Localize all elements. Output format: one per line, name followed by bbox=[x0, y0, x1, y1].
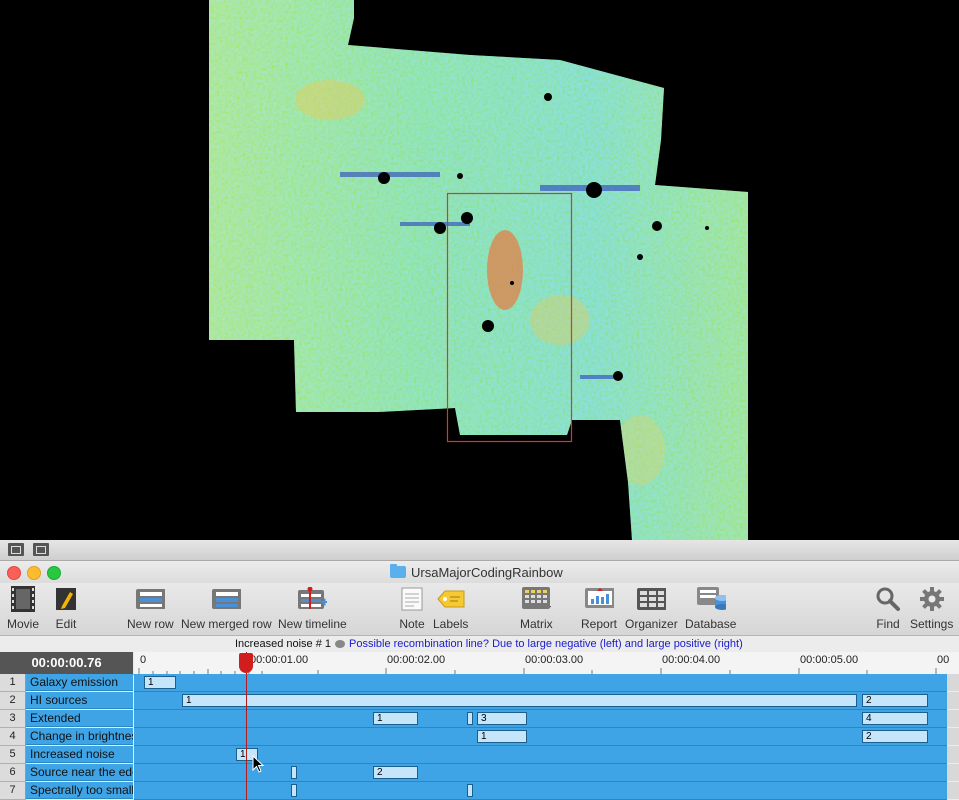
new-row-icon bbox=[135, 585, 166, 613]
row-lane[interactable]: 1 3 4 bbox=[134, 710, 947, 728]
timeline-icon bbox=[297, 585, 328, 613]
event-cell[interactable]: 1 bbox=[477, 730, 527, 743]
tick-label: 00:00:04.00 bbox=[662, 654, 721, 666]
organizer-icon bbox=[636, 585, 667, 613]
event-note[interactable]: Possible recombination line? Due to larg… bbox=[349, 636, 743, 652]
timeline-header: 00:00:00.76 0 00:00:01.00 00:00:02.00 00 bbox=[0, 652, 959, 675]
event-cell[interactable] bbox=[291, 784, 297, 797]
row-lane[interactable]: 1 2 bbox=[134, 728, 947, 746]
row-number: 5 bbox=[0, 746, 26, 764]
event-cell[interactable]: 2 bbox=[862, 694, 928, 707]
event-cell[interactable]: 2 bbox=[862, 730, 928, 743]
time-ruler[interactable]: 0 00:00:01.00 00:00:02.00 00:00:03.00 00… bbox=[134, 652, 959, 674]
event-cell[interactable]: 1 bbox=[144, 676, 176, 689]
pencil-icon bbox=[51, 585, 81, 613]
new-row-button[interactable]: New row bbox=[127, 585, 174, 631]
table-row: 1 Galaxy emission 1 bbox=[0, 674, 959, 692]
tick-label: 00:00:03.00 bbox=[525, 654, 584, 666]
film-icon bbox=[8, 585, 38, 613]
table-row: 4 Change in brightness 1 2 bbox=[0, 728, 959, 746]
event-name: Increased noise # 1 bbox=[235, 638, 332, 650]
row-number: 7 bbox=[0, 782, 26, 800]
expand-icon[interactable] bbox=[33, 543, 49, 556]
settings-button[interactable]: Settings bbox=[910, 585, 953, 631]
gear-icon bbox=[917, 585, 947, 613]
row-name[interactable]: HI sources bbox=[26, 692, 133, 709]
merged-row-icon bbox=[211, 585, 242, 613]
tag-icon bbox=[436, 585, 466, 613]
event-cell[interactable]: 4 bbox=[862, 712, 928, 725]
event-cell[interactable]: 1 bbox=[373, 712, 418, 725]
row-name[interactable]: Increased noise bbox=[26, 746, 133, 763]
database-button[interactable]: Database bbox=[685, 585, 736, 631]
window-title: UrsaMajorCodingRainbow bbox=[411, 564, 563, 580]
title-bar: UrsaMajorCodingRainbow bbox=[0, 561, 959, 583]
row-lane[interactable] bbox=[134, 782, 947, 800]
speech-bubble-icon bbox=[335, 640, 345, 648]
viewer-controls bbox=[0, 540, 959, 561]
tick-label: 00 bbox=[937, 654, 950, 666]
table-row: 7 Spectrally too small bbox=[0, 782, 959, 800]
event-cell[interactable] bbox=[467, 784, 473, 797]
playhead-line bbox=[246, 652, 247, 800]
table-row: 2 HI sources 1 2 bbox=[0, 692, 959, 710]
table-row: 5 Increased noise 1 bbox=[0, 746, 959, 764]
mouse-cursor-icon bbox=[252, 755, 265, 773]
matrix-button[interactable]: Matrix bbox=[520, 585, 553, 631]
new-merged-row-button[interactable]: New merged row bbox=[181, 585, 272, 631]
folder-icon bbox=[390, 564, 406, 578]
row-name[interactable]: Extended bbox=[26, 710, 133, 727]
event-cell[interactable]: 1 bbox=[182, 694, 857, 707]
note-button[interactable]: Note bbox=[397, 585, 427, 631]
report-button[interactable]: Report bbox=[581, 585, 617, 631]
row-number: 1 bbox=[0, 674, 26, 692]
timeline-rows: 1 Galaxy emission 1 2 HI sources 1 2 3 E… bbox=[0, 674, 959, 800]
close-button[interactable] bbox=[7, 566, 21, 580]
report-icon bbox=[584, 585, 615, 613]
event-cell[interactable]: 2 bbox=[373, 766, 418, 779]
event-cell[interactable] bbox=[291, 766, 297, 779]
playhead-handle[interactable] bbox=[239, 653, 253, 673]
tick-label: 00:00:01.00 bbox=[250, 654, 309, 666]
row-number: 2 bbox=[0, 692, 26, 710]
row-name[interactable]: Source near the edge bbox=[26, 764, 133, 781]
row-lane[interactable]: 1 2 bbox=[134, 692, 947, 710]
labels-button[interactable]: Labels bbox=[433, 585, 468, 631]
image-viewer[interactable] bbox=[0, 0, 959, 540]
map-image bbox=[209, 0, 748, 540]
matrix-icon bbox=[521, 585, 552, 613]
coding-window: UrsaMajorCodingRainbow Movie Edit New ro… bbox=[0, 561, 959, 800]
shrink-icon[interactable] bbox=[8, 543, 24, 556]
zoom-button[interactable] bbox=[47, 566, 61, 580]
window-title-group: UrsaMajorCodingRainbow bbox=[390, 564, 563, 580]
note-icon bbox=[397, 585, 427, 613]
find-button[interactable]: Find bbox=[873, 585, 903, 631]
tick-label: 00:00:05.00 bbox=[800, 654, 859, 666]
tick-label: 00:00:02.00 bbox=[387, 654, 446, 666]
table-row: 6 Source near the edge 2 bbox=[0, 764, 959, 782]
row-name[interactable]: Spectrally too small bbox=[26, 782, 133, 799]
current-time: 00:00:00.76 bbox=[0, 652, 133, 674]
row-number: 4 bbox=[0, 728, 26, 746]
edit-button[interactable]: Edit bbox=[51, 585, 81, 631]
tick-label: 0 bbox=[140, 654, 147, 666]
new-timeline-button[interactable]: New timeline bbox=[278, 585, 347, 631]
row-name[interactable]: Galaxy emission bbox=[26, 674, 133, 691]
movie-button[interactable]: Movie bbox=[7, 585, 39, 631]
row-lane[interactable]: 1 bbox=[134, 674, 947, 692]
row-number: 6 bbox=[0, 764, 26, 782]
minimize-button[interactable] bbox=[27, 566, 41, 580]
search-icon bbox=[873, 585, 903, 613]
event-cell[interactable] bbox=[467, 712, 473, 725]
database-icon bbox=[696, 585, 726, 613]
row-name[interactable]: Change in brightness bbox=[26, 728, 133, 745]
event-info-bar: Increased noise # 1 Possible recombinati… bbox=[0, 636, 959, 652]
organizer-button[interactable]: Organizer bbox=[625, 585, 678, 631]
row-number: 3 bbox=[0, 710, 26, 728]
toolbar: Movie Edit New row New merged row New ti… bbox=[0, 583, 959, 636]
table-row: 3 Extended 1 3 4 bbox=[0, 710, 959, 728]
event-cell[interactable]: 3 bbox=[477, 712, 527, 725]
